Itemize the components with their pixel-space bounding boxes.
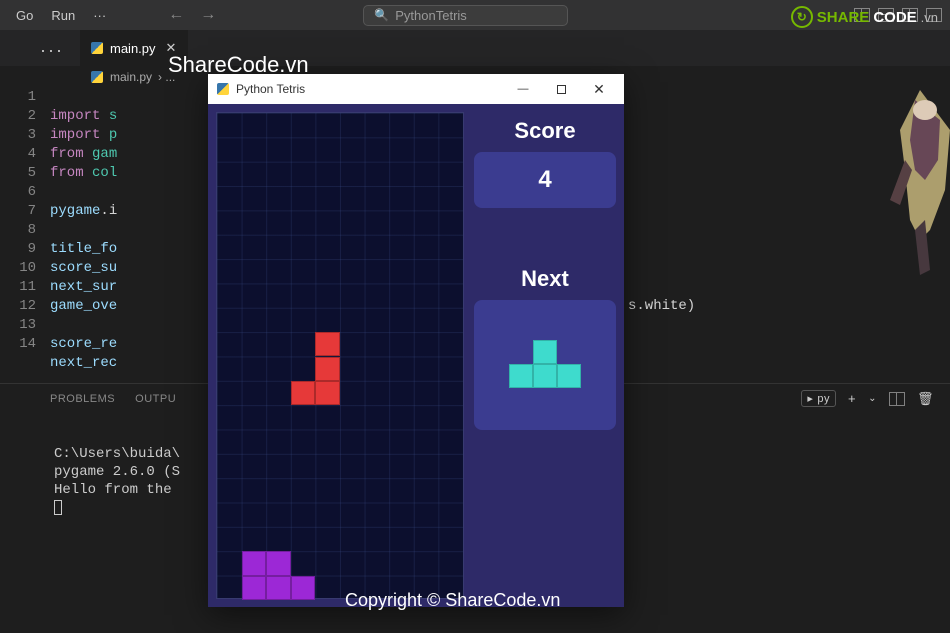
line-number: 2 [0, 107, 36, 126]
search-icon: 🔍 [374, 8, 389, 22]
python-tetris-window: Python Tetris — ✕ Score 4 Next [208, 74, 624, 607]
code-token: p [100, 127, 117, 143]
code-token: game_ove [50, 298, 117, 314]
code-token: next_sur [50, 279, 117, 295]
tetris-cell-red [291, 381, 316, 405]
next-label: Next [474, 258, 616, 300]
sharecode-logo-icon: ↻ [791, 6, 813, 28]
terminal-new-icon[interactable]: + [848, 391, 856, 406]
terminal-cursor [54, 500, 62, 515]
logo-share: SHARE [817, 9, 870, 26]
maximize-button[interactable] [542, 77, 580, 101]
code-token: from [50, 146, 84, 162]
panel-tab-output[interactable]: OUTPU [135, 393, 176, 405]
code-token: .i [100, 203, 117, 219]
minimize-button[interactable]: — [504, 77, 542, 101]
sharecode-logo: ↻ SHARECODE .vn [791, 6, 938, 28]
panel-tab-problems[interactable]: PROBLEMS [50, 393, 115, 405]
next-cell [509, 364, 533, 388]
terminal-line: pygame 2.6.0 (S [54, 464, 180, 480]
search-placeholder: PythonTetris [395, 8, 467, 23]
tetris-cell-red [315, 357, 340, 381]
score-label: Score [474, 112, 616, 152]
nav-back-icon[interactable]: ← [164, 4, 188, 26]
code-token: score_re [50, 336, 117, 352]
code-content[interactable]: import s import p from gam from col pyga… [50, 88, 117, 373]
nav-forward-icon[interactable]: → [196, 4, 220, 26]
game-window-titlebar[interactable]: Python Tetris — ✕ [208, 74, 624, 104]
next-piece-preview [474, 300, 616, 430]
line-number: 10 [0, 259, 36, 278]
line-number: 5 [0, 164, 36, 183]
tetris-playfield[interactable] [216, 112, 464, 599]
close-button[interactable]: ✕ [580, 77, 618, 101]
navigation-arrows: ← → [164, 4, 220, 26]
game-window-icon [216, 82, 230, 96]
terminal-shell-label: py [817, 393, 830, 405]
terminal-line: C:\Users\buida\ [54, 446, 180, 462]
tetris-cell-red [315, 332, 340, 356]
game-window-title: Python Tetris [236, 82, 305, 96]
trash-icon[interactable]: 🗑 [917, 391, 934, 407]
decorative-character-image [880, 70, 950, 290]
line-number: 9 [0, 240, 36, 259]
line-number: 6 [0, 183, 36, 202]
tetris-cell-purple [266, 551, 291, 575]
terminal-actions: ▸ py + ⌄ 🗑 [801, 390, 934, 407]
menu-go[interactable]: Go [8, 4, 41, 27]
python-file-icon [90, 41, 104, 55]
watermark-copyright: Copyright © ShareCode.vn [345, 590, 560, 611]
menu-more[interactable]: ··· [85, 4, 114, 27]
code-token: s.white) [628, 297, 695, 316]
tab-filename: main.py [110, 41, 156, 56]
tetris-cell-purple [242, 576, 267, 600]
menu-bar: Go Run ··· [8, 4, 114, 27]
command-center[interactable]: 🔍 PythonTetris [363, 5, 568, 26]
watermark-center: ShareCode.vn [168, 52, 309, 78]
tetris-cell-red [315, 381, 340, 405]
code-token: title_fo [50, 241, 117, 257]
code-token: score_su [50, 260, 117, 276]
code-token: import [50, 127, 100, 143]
next-cell [533, 340, 557, 364]
tetris-cell-purple [266, 576, 291, 600]
code-token: import [50, 108, 100, 124]
window-controls: — ✕ [504, 77, 618, 101]
code-token: next_rec [50, 355, 117, 371]
code-token: pygame [50, 203, 100, 219]
editor-actions-dots[interactable]: ··· [40, 40, 64, 61]
python-file-icon [90, 70, 104, 84]
next-cell [533, 364, 557, 388]
terminal-shell-icon: ▸ [807, 392, 813, 405]
logo-code: CODE [873, 9, 916, 26]
terminal-dropdown[interactable]: ▸ py [801, 390, 836, 407]
terminal-line: Hello from the [54, 482, 180, 498]
code-token: gam [84, 146, 118, 162]
terminal-split-icon[interactable] [889, 392, 905, 406]
breadcrumb-file: main.py [110, 70, 152, 84]
line-number: 4 [0, 145, 36, 164]
score-value: 4 [474, 152, 616, 208]
line-number: 12 [0, 297, 36, 316]
chevron-down-icon[interactable]: ⌄ [868, 393, 877, 404]
line-number: 13 [0, 316, 36, 335]
menu-run[interactable]: Run [43, 4, 83, 27]
editor-tab-bar: main.py ✕ [0, 30, 950, 66]
line-number: 3 [0, 126, 36, 145]
line-number: 7 [0, 202, 36, 221]
code-token: col [84, 165, 118, 181]
code-token: s [100, 108, 117, 124]
tetris-cell-purple [291, 576, 316, 600]
next-cell [557, 364, 581, 388]
game-content: Score 4 Next [208, 104, 624, 607]
logo-vn: .vn [921, 10, 938, 25]
code-token: from [50, 165, 84, 181]
line-gutter: 1234567891011121314 [0, 88, 50, 373]
line-number: 11 [0, 278, 36, 297]
line-number: 14 [0, 335, 36, 354]
line-number: 8 [0, 221, 36, 240]
game-side-panel: Score 4 Next [474, 112, 616, 599]
line-number: 1 [0, 88, 36, 107]
tetris-cell-purple [242, 551, 267, 575]
